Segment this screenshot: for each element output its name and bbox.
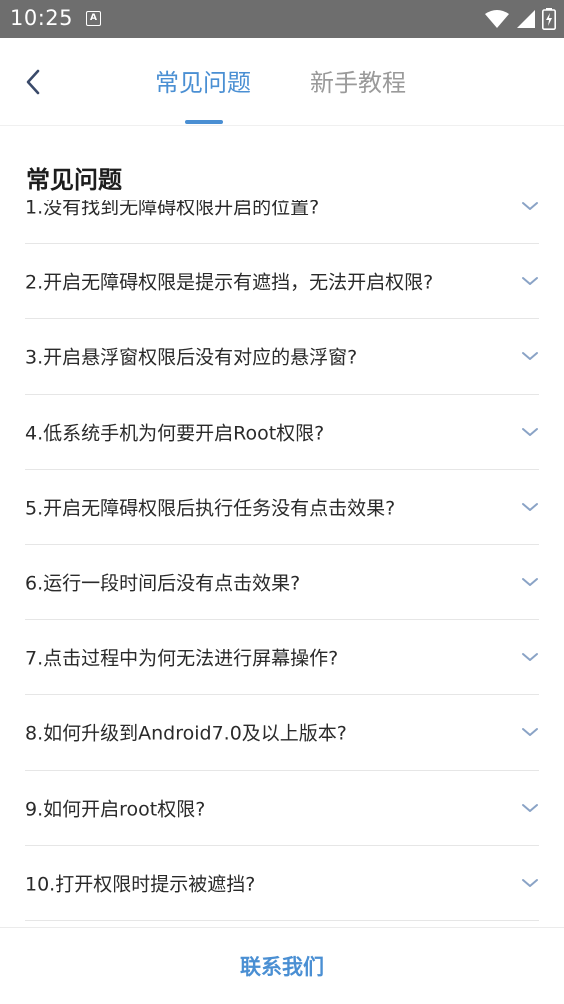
faq-item-label: 3.开启悬浮窗权限后没有对应的悬浮窗?	[25, 346, 358, 369]
faq-item[interactable]: 10.打开权限时提示被遮挡?	[25, 846, 539, 921]
faq-item[interactable]: 1.没有找到无障碍权限开启的位置?	[25, 200, 539, 245]
chevron-down-icon	[522, 578, 538, 587]
chevron-down-icon	[522, 202, 538, 211]
chevron-down-icon	[522, 803, 538, 812]
faq-list-viewport[interactable]: 1.没有找到无障碍权限开启的位置? 2.开启无障碍权限是提示有遮挡，无法开启权限…	[0, 200, 564, 927]
faq-item[interactable]: 5.开启无障碍权限后执行任务没有点击效果?	[25, 470, 539, 545]
faq-item-label: 6.运行一段时间后没有点击效果?	[25, 572, 301, 595]
faq-list: 1.没有找到无障碍权限开启的位置? 2.开启无障碍权限是提示有遮挡，无法开启权限…	[25, 200, 539, 921]
faq-item-label: 9.如何开启root权限?	[25, 798, 206, 821]
header: 常见问题 新手教程	[0, 38, 564, 126]
faq-item[interactable]: 7.点击过程中为何无法进行屏幕操作?	[25, 620, 539, 696]
chevron-left-icon	[26, 69, 40, 95]
section-title: 常见问题	[26, 166, 122, 194]
faq-item[interactable]: 2.开启无障碍权限是提示有遮挡，无法开启权限?	[25, 244, 539, 320]
chevron-down-icon	[522, 352, 538, 361]
tab-indicator	[185, 120, 223, 124]
faq-item-label: 7.点击过程中为何无法进行屏幕操作?	[25, 647, 339, 670]
faq-item-label: 2.开启无障碍权限是提示有遮挡，无法开启权限?	[25, 271, 434, 294]
chevron-down-icon	[522, 277, 538, 286]
chevron-down-icon	[522, 728, 538, 737]
faq-item-label: 10.打开权限时提示被遮挡?	[25, 873, 256, 896]
faq-item-label: 8.如何升级到Android7.0及以上版本?	[25, 722, 347, 745]
notification-icon: A	[86, 11, 101, 26]
battery-charging-icon	[542, 8, 556, 30]
faq-item-label: 4.低系统手机为何要开启Root权限?	[25, 422, 325, 445]
wifi-icon	[485, 10, 509, 28]
bottom-bar: 联系我们	[0, 927, 564, 1004]
faq-item[interactable]: 6.运行一段时间后没有点击效果?	[25, 545, 539, 621]
faq-item-label: 1.没有找到无障碍权限开启的位置?	[25, 200, 320, 219]
status-icons	[484, 8, 556, 30]
chevron-down-icon	[522, 878, 538, 887]
faq-item[interactable]: 8.如何升级到Android7.0及以上版本?	[25, 695, 539, 771]
status-bar: 10:25 A	[0, 0, 564, 38]
contact-us-button[interactable]: 联系我们	[220, 943, 344, 989]
tab-tutorial[interactable]: 新手教程	[310, 63, 406, 98]
chevron-down-icon	[522, 502, 538, 511]
faq-item[interactable]: 9.如何开启root权限?	[25, 771, 539, 846]
tab-faq[interactable]: 常见问题	[155, 63, 251, 98]
chevron-down-icon	[522, 653, 538, 662]
chevron-down-icon	[522, 427, 538, 436]
signal-icon	[517, 10, 535, 28]
back-button[interactable]	[18, 64, 48, 100]
faq-item[interactable]: 4.低系统手机为何要开启Root权限?	[25, 395, 539, 470]
faq-item-label: 5.开启无障碍权限后执行任务没有点击效果?	[25, 497, 396, 520]
status-time: 10:25	[10, 6, 74, 30]
faq-item[interactable]: 3.开启悬浮窗权限后没有对应的悬浮窗?	[25, 319, 539, 395]
